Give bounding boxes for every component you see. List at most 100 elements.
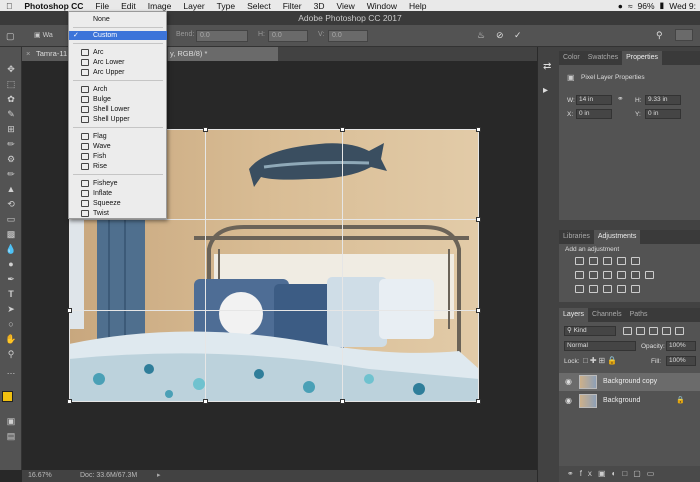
eye-icon[interactable]: ◉ xyxy=(565,373,572,391)
warp-option-squeeze[interactable]: Squeeze xyxy=(69,199,167,208)
warp-option-arc-upper[interactable]: Arc Upper xyxy=(69,68,167,77)
new-group-icon[interactable]: □ xyxy=(622,469,633,478)
menu-file[interactable]: File xyxy=(89,1,115,11)
status-arrow-icon[interactable]: ▸ xyxy=(157,470,161,482)
cancel-icon[interactable]: ⊘ xyxy=(496,30,504,41)
width-field[interactable]: 14 in xyxy=(576,95,612,105)
lasso-tool-icon[interactable]: ✿ xyxy=(4,93,18,105)
warp-option-fish[interactable]: Fish xyxy=(69,152,167,161)
warp-dropdown[interactable]: ▣ Wa xyxy=(34,31,53,39)
photo-filter-icon[interactable] xyxy=(617,271,626,279)
dodge-tool-icon[interactable]: ● xyxy=(4,258,18,270)
wifi-icon[interactable]: ≈ xyxy=(628,1,633,11)
warp-handle[interactable] xyxy=(340,399,345,404)
filter-adjust-icon[interactable] xyxy=(636,327,645,335)
tab-channels[interactable]: Channels xyxy=(588,308,626,322)
warp-handle[interactable] xyxy=(67,399,72,404)
gradient-map-icon[interactable] xyxy=(617,285,626,293)
hand-tool-icon[interactable]: ✋ xyxy=(4,333,18,345)
crop-tool-icon[interactable]: ⊞ xyxy=(4,123,18,135)
commit-icon[interactable]: ✓ xyxy=(514,30,522,41)
warp-handle[interactable] xyxy=(476,399,481,404)
warp-option-shell-upper[interactable]: Shell Upper xyxy=(69,115,167,124)
tab-libraries[interactable]: Libraries xyxy=(559,230,594,244)
filter-smart-icon[interactable] xyxy=(675,327,684,335)
warp-option-inflate[interactable]: Inflate xyxy=(69,189,167,198)
zoom-level[interactable]: 16.67% xyxy=(28,470,52,482)
h-field[interactable]: 0.0 xyxy=(268,30,308,42)
brush-tool-icon[interactable]: ✏ xyxy=(4,168,18,180)
document-tab-left[interactable]: × Tamra-11 xyxy=(22,47,69,61)
eye-icon[interactable]: ◉ xyxy=(565,392,572,410)
menu-edit[interactable]: Edit xyxy=(115,1,142,11)
y-field[interactable]: 0 in xyxy=(645,109,681,119)
warp-option-fisheye[interactable]: Fisheye xyxy=(69,179,167,188)
opacity-field[interactable]: 100% xyxy=(666,341,696,351)
tab-layers[interactable]: Layers xyxy=(559,308,589,322)
gradient-tool-icon[interactable]: ▩ xyxy=(4,228,18,240)
menu-help[interactable]: Help xyxy=(403,1,432,11)
menu-select[interactable]: Select xyxy=(241,1,277,11)
hue-saturation-icon[interactable] xyxy=(575,271,584,279)
history-brush-icon[interactable]: ⟲ xyxy=(4,198,18,210)
tab-color[interactable]: Color xyxy=(559,51,584,65)
filter-pixel-icon[interactable] xyxy=(623,327,632,335)
layer-row-background[interactable]: ◉ Background 🔒 xyxy=(559,392,700,410)
shape-tool-icon[interactable]: ○ xyxy=(4,318,18,330)
menu-window[interactable]: Window xyxy=(361,1,403,11)
x-field[interactable]: 0 in xyxy=(576,109,612,119)
warp-handle[interactable] xyxy=(67,308,72,313)
history-panel-icon[interactable]: ⇄ xyxy=(543,61,551,72)
document-tab-active[interactable]: y, RGB/8) * xyxy=(168,47,278,61)
warp-handle[interactable] xyxy=(340,127,345,132)
screen-mode-icon[interactable]: ▤ xyxy=(4,430,18,442)
link-layers-icon[interactable]: ⚭ xyxy=(567,469,580,478)
more-tools-icon[interactable]: … xyxy=(4,365,18,377)
color-lookup-icon[interactable] xyxy=(645,271,654,279)
path-select-icon[interactable]: ➤ xyxy=(4,303,18,315)
layer-row-background-copy[interactable]: ◉ Background copy xyxy=(559,373,700,391)
close-icon[interactable]: × xyxy=(26,47,30,61)
lock-icons[interactable]: □✚⊞🔒 xyxy=(583,356,619,365)
filter-type-icon[interactable] xyxy=(649,327,658,335)
warp-option-custom[interactable]: ✓ Custom xyxy=(69,31,167,40)
fx-icon[interactable]: fx xyxy=(580,469,598,478)
transform-tool-icon[interactable]: ▢ xyxy=(6,31,15,42)
warp-toggle-icon[interactable]: ♨ xyxy=(477,30,485,41)
eraser-tool-icon[interactable]: ▭ xyxy=(4,213,18,225)
kind-filter[interactable]: ⚲ Kind xyxy=(564,326,616,336)
battery-icon[interactable]: ▮ xyxy=(660,0,665,11)
new-adjustment-icon[interactable]: ◐ xyxy=(612,469,623,478)
fill-field[interactable]: 100% xyxy=(666,356,696,366)
warp-option-shell-lower[interactable]: Shell Lower xyxy=(69,105,167,114)
warp-option-bulge[interactable]: Bulge xyxy=(69,95,167,104)
pen-tool-icon[interactable]: ✒ xyxy=(4,273,18,285)
tab-adjustments[interactable]: Adjustments xyxy=(593,230,641,244)
blend-mode-select[interactable]: Normal xyxy=(564,341,636,351)
new-layer-icon[interactable]: ▢ xyxy=(633,469,647,478)
warp-handle[interactable] xyxy=(476,127,481,132)
warp-option-none[interactable]: None xyxy=(69,15,167,24)
mask-icon[interactable]: ▣ xyxy=(598,469,612,478)
threshold-icon[interactable] xyxy=(603,285,612,293)
warp-option-arc[interactable]: Arc xyxy=(69,48,167,57)
menu-view[interactable]: View xyxy=(330,1,360,11)
channel-mixer-icon[interactable] xyxy=(631,271,640,279)
tab-properties[interactable]: Properties xyxy=(622,51,662,65)
posterize-icon[interactable] xyxy=(589,285,598,293)
actions-panel-icon[interactable]: ▸ xyxy=(543,85,548,96)
clock[interactable]: Wed 9: xyxy=(669,1,696,11)
menu-layer[interactable]: Layer xyxy=(177,1,210,11)
color-balance-icon[interactable] xyxy=(589,271,598,279)
warp-option-rise[interactable]: Rise xyxy=(69,162,167,171)
black-white-icon[interactable] xyxy=(603,271,612,279)
curves-icon[interactable] xyxy=(603,257,612,265)
foreground-color-swatch[interactable] xyxy=(2,391,13,402)
warp-option-arc-lower[interactable]: Arc Lower xyxy=(69,58,167,67)
height-field[interactable]: 9.33 in xyxy=(645,95,681,105)
eyedropper-tool-icon[interactable]: ✏ xyxy=(4,138,18,150)
filter-shape-icon[interactable] xyxy=(662,327,671,335)
tab-paths[interactable]: Paths xyxy=(626,308,652,322)
warp-option-arch[interactable]: Arch xyxy=(69,85,167,94)
vibrance-icon[interactable] xyxy=(631,257,640,265)
